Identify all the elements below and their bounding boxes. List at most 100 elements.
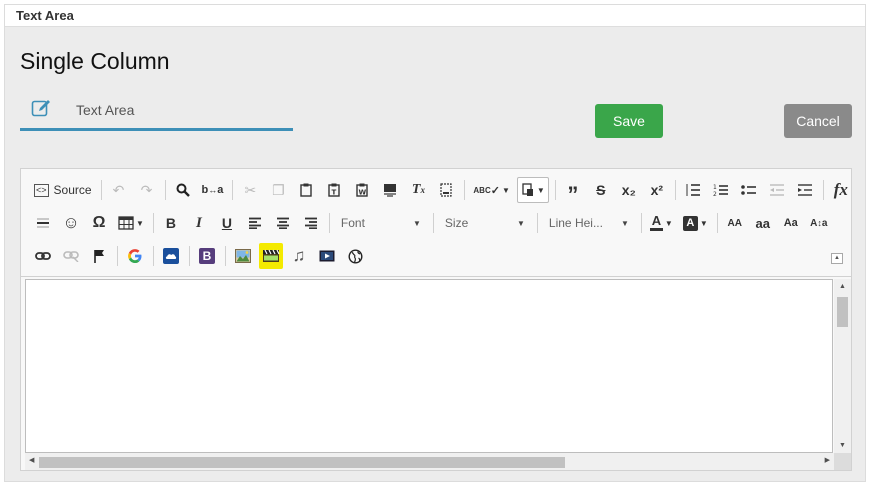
onedrive-icon[interactable]: [159, 243, 183, 269]
scroll-right-icon[interactable]: ▶: [825, 456, 830, 464]
strikethrough-icon[interactable]: S: [589, 177, 613, 203]
save-button[interactable]: Save: [595, 104, 663, 138]
cancel-button[interactable]: Cancel: [784, 104, 852, 138]
anchor-flag-icon[interactable]: [87, 243, 111, 269]
align-right-icon[interactable]: [299, 210, 323, 236]
copy-icon[interactable]: ❐: [266, 177, 290, 203]
template-icon[interactable]: [378, 177, 402, 203]
edit-icon: [31, 98, 53, 118]
toolbar-separator: [432, 213, 434, 233]
toolbar-separator: [464, 180, 466, 200]
svg-text:W: W: [359, 189, 367, 197]
bold-icon[interactable]: B: [159, 210, 183, 236]
table-icon[interactable]: ▼: [115, 210, 147, 236]
size-dropdown-label: Size: [444, 216, 469, 230]
text-area-panel: Text Area Single Column Save Cancel <> S…: [4, 4, 866, 482]
toolbar-separator: [152, 213, 154, 233]
transform-case-icon[interactable]: A ↕ a: [807, 210, 831, 236]
text-color-icon[interactable]: A ▼: [647, 210, 676, 236]
lowercase-icon[interactable]: aa: [751, 210, 775, 236]
source-label: Source: [53, 183, 92, 197]
find-icon[interactable]: [171, 177, 195, 203]
audio-icon[interactable]: ♫: [287, 243, 311, 269]
media-embed-icon[interactable]: [315, 243, 339, 269]
cut-icon[interactable]: ✂: [238, 177, 262, 203]
horizontal-scrollbar[interactable]: ◀ ▶: [25, 453, 834, 470]
toolbar-separator: [164, 180, 166, 200]
formula-icon[interactable]: fx: [829, 177, 853, 203]
italic-icon[interactable]: I: [187, 210, 211, 236]
toolbar-separator: [822, 180, 824, 200]
toolbar-separator: [153, 246, 154, 266]
rich-text-editor: <> Source ↶ ↷ b ↔ a ✂ ❐ T W T x ABC ✓ ▼ …: [20, 168, 852, 471]
link-icon[interactable]: [31, 243, 55, 269]
show-blocks-icon[interactable]: [434, 177, 458, 203]
bootstrap-icon[interactable]: B: [195, 243, 219, 269]
spell-check-label: ABC: [473, 185, 491, 195]
spell-check-icon[interactable]: ABC ✓ ▼: [470, 177, 512, 203]
align-left-icon[interactable]: [243, 210, 267, 236]
uppercase-icon[interactable]: AA: [723, 210, 747, 236]
decrease-indent-icon[interactable]: [765, 177, 789, 203]
chevron-down-icon: ▼: [413, 218, 421, 228]
redo-icon[interactable]: ↷: [135, 177, 159, 203]
editor-content-area[interactable]: [25, 279, 833, 453]
bulleted-list-icon[interactable]: [737, 177, 761, 203]
emoji-icon[interactable]: ☺: [59, 210, 83, 236]
line-spacing-icon[interactable]: [681, 177, 705, 203]
scroll-down-icon[interactable]: ▼: [839, 442, 846, 449]
video-icon[interactable]: [259, 243, 283, 269]
toolbar-separator: [100, 180, 102, 200]
text-color-label: A: [651, 213, 662, 228]
format-painter-icon[interactable]: ▼: [516, 177, 549, 203]
paste-word-icon[interactable]: W: [350, 177, 374, 203]
svg-text:2: 2: [713, 191, 717, 197]
superscript-icon[interactable]: x²: [645, 177, 669, 203]
paste-text-icon[interactable]: T: [322, 177, 346, 203]
blockquote-icon[interactable]: ”: [561, 177, 585, 205]
scroll-left-icon[interactable]: ◀: [29, 456, 34, 464]
size-dropdown[interactable]: Size ▼: [439, 211, 531, 235]
name-field: [20, 95, 293, 131]
name-input[interactable]: [76, 99, 286, 121]
underline-icon[interactable]: U: [215, 210, 239, 236]
horizontal-line-icon[interactable]: [31, 210, 55, 236]
source-button[interactable]: <> Source: [31, 177, 95, 203]
align-center-icon[interactable]: [271, 210, 295, 236]
numbered-list-icon[interactable]: 12: [709, 177, 733, 203]
toolbar-separator: [536, 213, 538, 233]
vertical-scrollbar[interactable]: ▲ ▼: [834, 279, 851, 453]
increase-indent-icon[interactable]: [793, 177, 817, 203]
globe-icon[interactable]: [343, 243, 367, 269]
toolbar-row-2: ☺ Ω ▼ B I U Font ▼ Size ▼ Line Hei... ▼ …: [31, 208, 835, 238]
horizontal-scroll-thumb[interactable]: [39, 457, 565, 468]
background-color-icon[interactable]: A ▼: [680, 210, 711, 236]
remove-format-icon[interactable]: Tx: [406, 177, 430, 203]
unlink-icon[interactable]: [59, 243, 83, 269]
toolbar-row-1: <> Source ↶ ↷ b ↔ a ✂ ❐ T W T x ABC ✓ ▼ …: [31, 175, 857, 205]
toolbar-separator: [232, 180, 234, 200]
vertical-scroll-thumb[interactable]: [837, 297, 848, 327]
source-icon: <>: [34, 183, 49, 197]
subscript-icon[interactable]: x₂: [617, 177, 641, 203]
svg-text:1: 1: [713, 184, 717, 191]
font-dropdown-label: Font: [340, 216, 365, 230]
editor-toolbar: <> Source ↶ ↷ b ↔ a ✂ ❐ T W T x ABC ✓ ▼ …: [21, 169, 851, 277]
google-icon[interactable]: [123, 243, 147, 269]
font-dropdown[interactable]: Font ▼: [335, 211, 427, 235]
replace-icon[interactable]: b ↔ a: [199, 177, 227, 203]
toolbar-row-3: B ♫: [31, 241, 371, 271]
collapse-toolbar-button[interactable]: ▲: [831, 253, 843, 264]
toolbar-separator: [674, 180, 676, 200]
special-character-icon[interactable]: Ω: [87, 210, 111, 236]
capitalize-icon[interactable]: Aa: [779, 210, 803, 236]
line-height-dropdown[interactable]: Line Hei... ▼: [543, 211, 635, 235]
paste-icon[interactable]: [294, 177, 318, 203]
scroll-up-icon[interactable]: ▲: [839, 283, 846, 290]
toolbar-separator: [640, 213, 642, 233]
undo-icon[interactable]: ↶: [107, 177, 131, 203]
scrollbar-corner: [834, 453, 851, 470]
image-icon[interactable]: [231, 243, 255, 269]
toolbar-separator: [554, 180, 556, 200]
chevron-down-icon: ▼: [517, 218, 525, 228]
